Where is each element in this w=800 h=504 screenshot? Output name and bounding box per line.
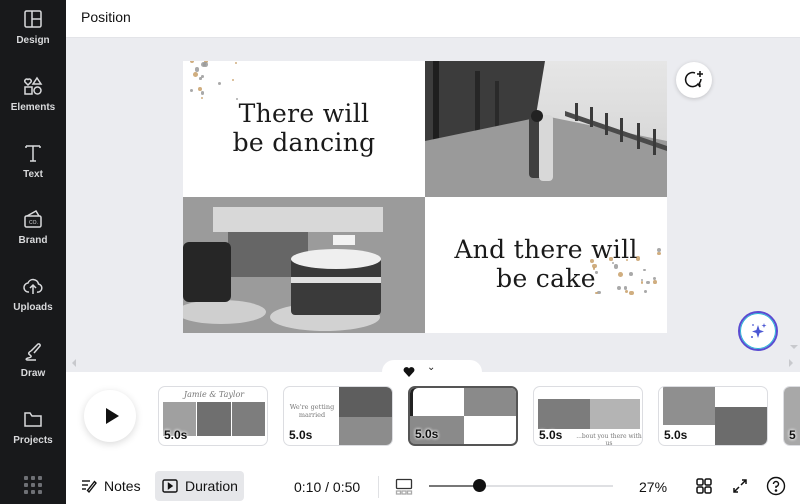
slide-heading-bottom[interactable]: And there will be cake bbox=[425, 235, 667, 293]
magic-assistant-button[interactable] bbox=[738, 311, 778, 351]
play-button[interactable] bbox=[84, 390, 136, 442]
sidebar-item-text[interactable]: Text bbox=[0, 142, 66, 202]
sidebar-item-label: Brand bbox=[18, 235, 48, 246]
sidebar-item-label: Uploads bbox=[13, 302, 53, 313]
page-thumbnail[interactable]: We're getting married 5.0s bbox=[283, 386, 393, 446]
folder-icon bbox=[24, 412, 42, 427]
grid-view-icon[interactable] bbox=[694, 476, 714, 496]
sidebar-item-label: Projects bbox=[13, 435, 53, 446]
page-thumbnail[interactable]: ...bout you there with us 5.0s bbox=[533, 386, 643, 446]
page-duration: 5 bbox=[789, 428, 796, 442]
scroll-right-arrow[interactable] bbox=[789, 359, 793, 367]
page-duration: 5.0s bbox=[664, 428, 688, 442]
page-duration: 5.0s bbox=[289, 428, 313, 442]
page-layout-icon[interactable] bbox=[395, 478, 413, 496]
notes-button[interactable]: Notes bbox=[74, 471, 147, 501]
scroll-down-arrow[interactable] bbox=[790, 345, 798, 349]
divider bbox=[378, 476, 379, 498]
confetti-dot bbox=[199, 77, 202, 80]
page-thumbnail-active[interactable]: 5.0s bbox=[408, 386, 518, 446]
page-thumbnail[interactable]: 5.0s bbox=[658, 386, 768, 446]
sidebar-item-elements[interactable]: Elements bbox=[0, 75, 66, 135]
apps-grid-icon[interactable] bbox=[24, 476, 42, 494]
position-tab[interactable]: Position bbox=[81, 9, 131, 25]
zoom-percent[interactable]: 27% bbox=[639, 479, 667, 495]
sidebar-item-uploads[interactable]: Uploads bbox=[0, 275, 66, 335]
heart-icon[interactable] bbox=[403, 366, 415, 378]
page-duration: 5.0s bbox=[164, 428, 188, 442]
slide-heading-top[interactable]: There will be dancing bbox=[183, 99, 425, 157]
couple-field-photo[interactable] bbox=[425, 61, 667, 197]
text-icon bbox=[25, 145, 41, 162]
svg-text:CO.: CO. bbox=[29, 220, 38, 226]
shapes-icon bbox=[24, 76, 43, 95]
page-thumbnail[interactable]: 5 bbox=[783, 386, 800, 446]
duration-button[interactable]: Duration bbox=[155, 471, 244, 501]
sidebar-item-projects[interactable]: Projects bbox=[0, 408, 66, 468]
confetti-dot bbox=[200, 91, 205, 95]
cake-photo[interactable] bbox=[183, 197, 425, 333]
playback-time: 0:10 / 0:50 bbox=[294, 479, 361, 495]
add-comment-button[interactable] bbox=[676, 62, 712, 98]
confetti-dot bbox=[234, 61, 238, 65]
thumbnail-caption: ...bout you there with us bbox=[576, 433, 642, 446]
sidebar-item-label: Draw bbox=[20, 368, 46, 379]
play-box-icon bbox=[162, 479, 178, 493]
page-duration: 5.0s bbox=[415, 427, 439, 441]
text-panel-bottom: And there will be cake bbox=[425, 197, 667, 333]
bottom-toolbar: Notes Duration 0:10 / 0:50 27% bbox=[66, 464, 800, 504]
play-icon bbox=[105, 408, 119, 424]
thumbnail-caption bbox=[412, 396, 462, 403]
layout-icon bbox=[24, 10, 42, 28]
scroll-left-arrow[interactable] bbox=[72, 359, 76, 367]
sidebar-item-label: Design bbox=[16, 35, 50, 46]
thumbnail-caption: We're getting married bbox=[289, 403, 335, 419]
cloud-upload-icon bbox=[23, 278, 43, 294]
pen-icon bbox=[25, 343, 41, 361]
notes-label: Notes bbox=[104, 478, 141, 494]
zoom-slider[interactable] bbox=[429, 479, 613, 492]
page-thumbnail[interactable]: Jamie & Taylor 5.0s bbox=[158, 386, 268, 446]
sidebar-item-label: Elements bbox=[10, 102, 56, 113]
sidebar-item-design[interactable]: Design bbox=[0, 8, 66, 68]
brand-icon: CO. bbox=[24, 209, 42, 228]
confetti-dot bbox=[189, 61, 194, 63]
chevron-down-icon[interactable]: ⌄ bbox=[427, 362, 435, 373]
canvas-stage: There will be dancing And there will be … bbox=[66, 38, 800, 372]
help-icon[interactable] bbox=[766, 476, 786, 496]
magic-sparkle-icon bbox=[751, 323, 767, 338]
top-bar: Position bbox=[66, 0, 800, 38]
sidebar-item-brand[interactable]: CO. Brand bbox=[0, 208, 66, 268]
confetti-dot bbox=[231, 79, 234, 82]
fullscreen-icon[interactable] bbox=[730, 476, 750, 496]
text-panel-top: There will be dancing bbox=[183, 61, 425, 197]
zoom-slider-fill bbox=[429, 485, 479, 487]
confetti-dot bbox=[192, 71, 198, 77]
sidebar: Design Elements Text CO. Brand Uploads D… bbox=[0, 0, 66, 504]
confetti-dot bbox=[217, 81, 221, 86]
couple-field-image bbox=[425, 61, 667, 197]
editor-app: Design Elements Text CO. Brand Uploads D… bbox=[0, 0, 800, 504]
slide[interactable]: There will be dancing And there will be … bbox=[183, 61, 667, 333]
notes-icon bbox=[82, 480, 97, 494]
duration-label: Duration bbox=[185, 478, 238, 494]
add-comment-icon bbox=[684, 71, 703, 88]
confetti-dot bbox=[202, 61, 208, 67]
confetti-dot bbox=[189, 88, 194, 92]
zoom-slider-handle[interactable] bbox=[472, 479, 486, 492]
cake-image bbox=[183, 197, 425, 333]
page-duration: 5.0s bbox=[539, 428, 563, 442]
sidebar-item-label: Text bbox=[23, 169, 43, 180]
page-timeline: ⌄ Jamie & Taylor 5.0s We're getting marr… bbox=[66, 360, 800, 464]
thumbnail-caption: Jamie & Taylor bbox=[183, 390, 245, 399]
sidebar-item-draw[interactable]: Draw bbox=[0, 341, 66, 401]
